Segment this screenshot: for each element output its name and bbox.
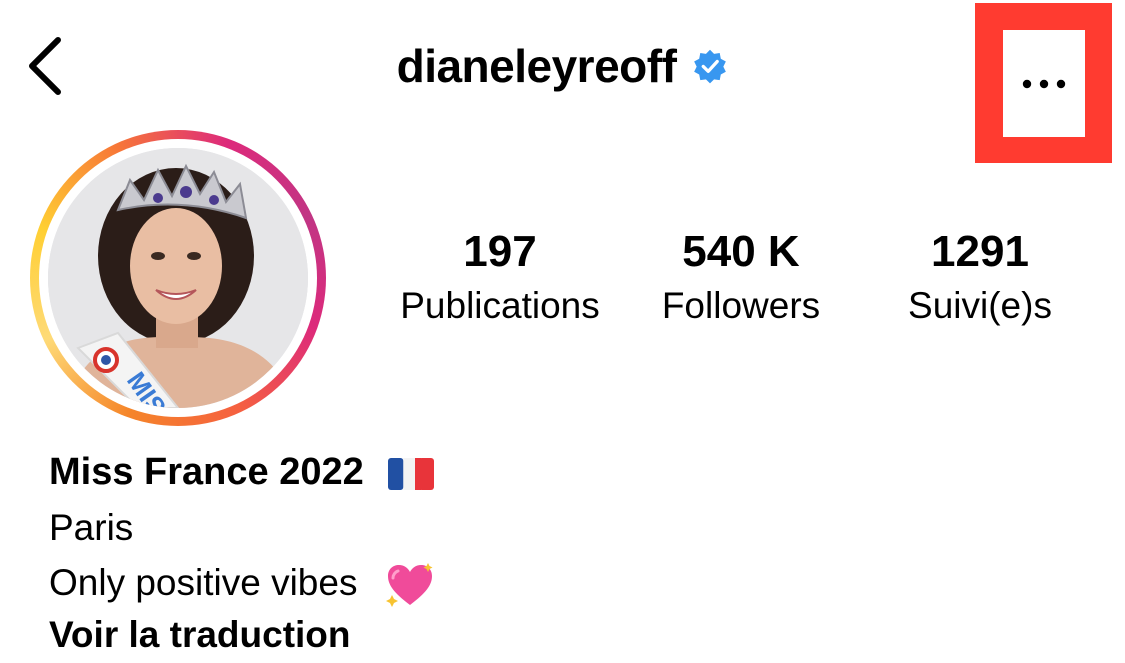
profile-photo: MIS xyxy=(48,148,308,408)
stat-label: Suivi(e)s xyxy=(908,285,1052,326)
france-flag-icon xyxy=(388,457,435,490)
stat-value: 1291 xyxy=(931,227,1029,276)
bio-text-content: Only positive vibes xyxy=(49,562,358,603)
sparkling-heart-icon xyxy=(385,563,433,608)
stat-following[interactable]: 1291 Suivi(e)s xyxy=(880,226,1080,330)
see-translation-link[interactable]: Voir la traduction xyxy=(49,613,351,657)
bio-location: Paris xyxy=(49,507,134,548)
stat-publications[interactable]: 197 Publications xyxy=(384,226,616,330)
profile-header: dianeleyreoff xyxy=(0,36,1125,96)
stat-value: 197 xyxy=(463,227,537,276)
stat-followers[interactable]: 540 K Followers xyxy=(636,226,846,330)
bio-name-text: Miss France 2022 xyxy=(49,451,364,493)
stat-label: Publications xyxy=(400,285,600,326)
more-options-button[interactable] xyxy=(1003,30,1085,137)
bio-name: Miss France 2022 xyxy=(49,450,435,494)
verified-badge-icon xyxy=(694,49,727,84)
avatar-story-ring[interactable]: MIS xyxy=(30,130,326,426)
more-horizontal-icon xyxy=(1022,79,1066,88)
stat-value: 540 K xyxy=(682,227,800,276)
avatar: MIS xyxy=(48,148,308,408)
highlight-box xyxy=(975,3,1112,163)
bio-text: Only positive vibes xyxy=(49,561,436,609)
username: dianeleyreoff xyxy=(396,40,677,92)
stat-label: Followers xyxy=(661,285,821,326)
